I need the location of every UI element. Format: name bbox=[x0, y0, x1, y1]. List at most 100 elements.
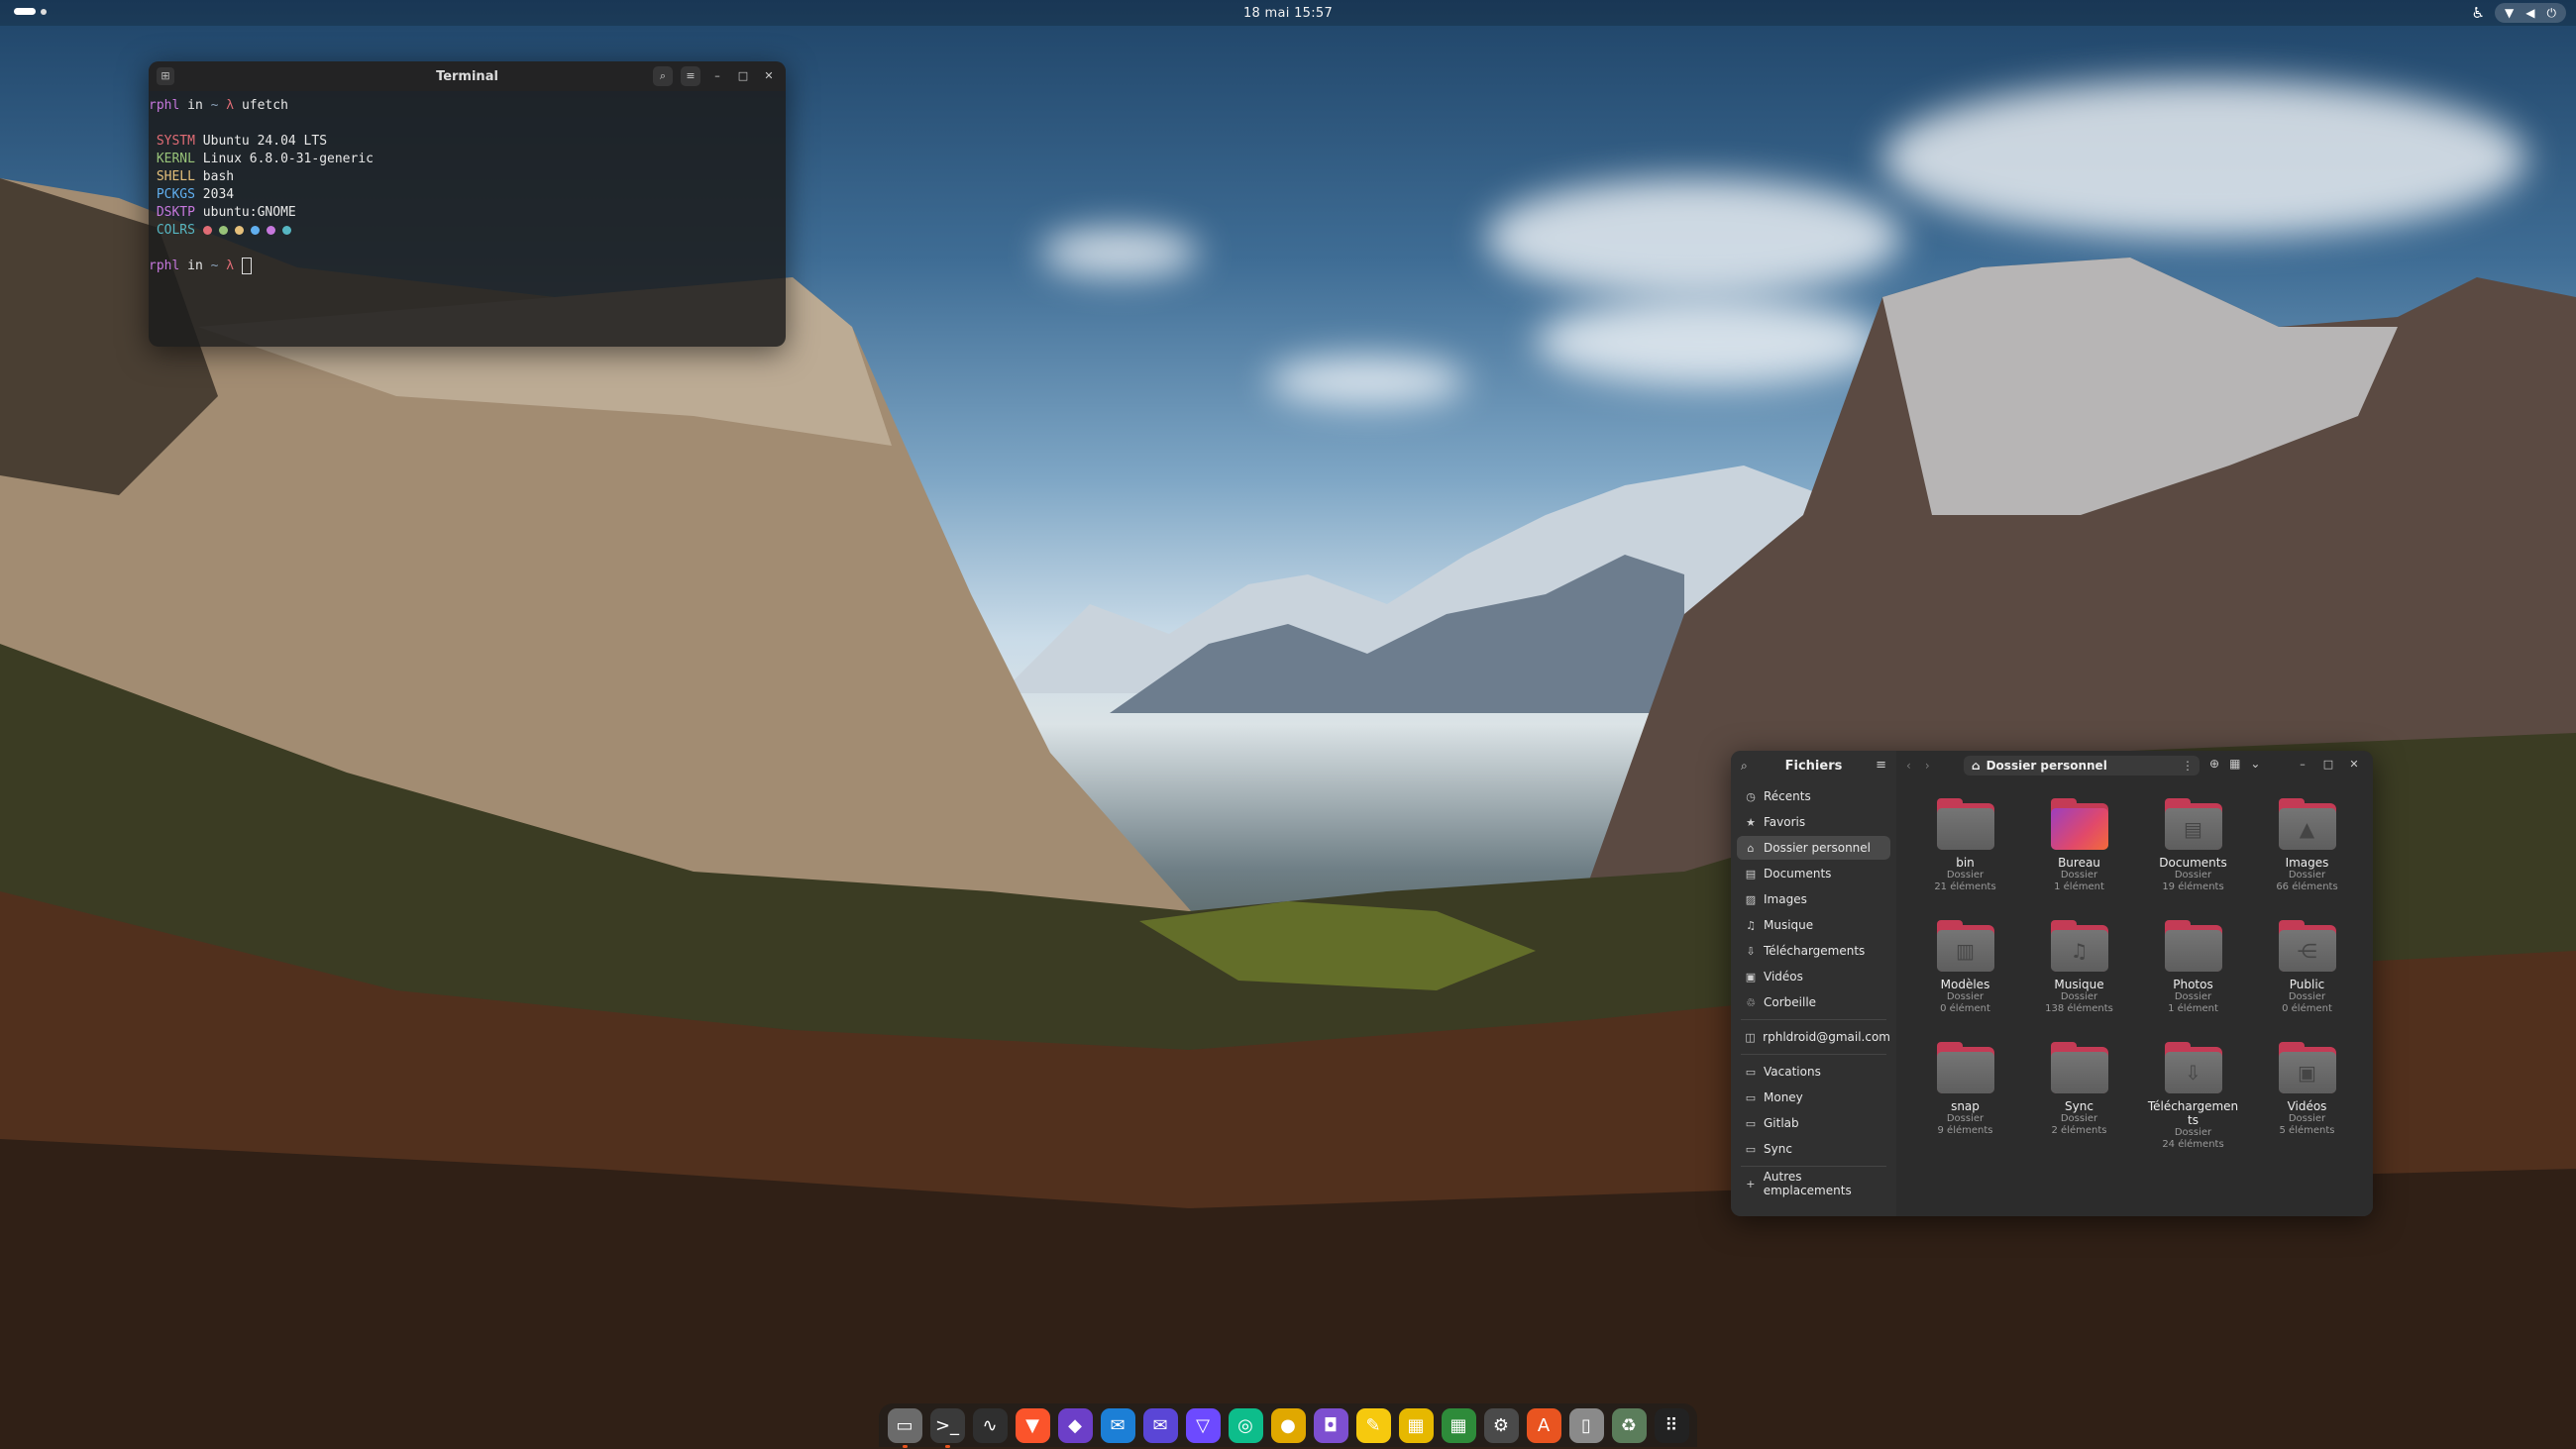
top-bar: 18 mai 15:57 ♿ ▼ ◀ ⏻ bbox=[0, 0, 2576, 26]
system-tray[interactable]: ▼ ◀ ⏻ bbox=[2495, 3, 2566, 23]
mail-app-icon[interactable]: ✉ bbox=[1142, 1407, 1178, 1443]
folder-name: Sync bbox=[2065, 1099, 2093, 1113]
sidebar-item-label: Téléchargements bbox=[1764, 944, 1866, 958]
folder-item[interactable]: Sync Dossier 2 éléments bbox=[2022, 1042, 2136, 1156]
fetch-line: SHELL bash bbox=[149, 168, 786, 186]
sidebar-item[interactable]: ▭ Gitlab bbox=[1737, 1111, 1890, 1135]
maximize-button[interactable]: □ bbox=[734, 67, 752, 85]
power-icon: ⏻ bbox=[2546, 5, 2557, 20]
fetch-value: Linux 6.8.0-31-generic bbox=[202, 152, 374, 166]
document-icon: ▤ bbox=[1745, 867, 1757, 880]
activities-indicator[interactable] bbox=[14, 8, 47, 15]
chevron-down-icon[interactable]: ⌄ bbox=[2250, 757, 2260, 771]
sidebar-item-label: Gitlab bbox=[1764, 1116, 1799, 1130]
brave-browser-icon[interactable]: ▼ bbox=[1015, 1407, 1050, 1443]
close-button[interactable]: ✕ bbox=[2345, 756, 2363, 774]
terminal-app-icon[interactable]: >_ bbox=[929, 1407, 965, 1448]
text-cursor bbox=[241, 258, 252, 274]
element-chat-icon[interactable]: ◎ bbox=[1228, 1407, 1263, 1443]
thunderbird-icon[interactable]: ✉ bbox=[1100, 1407, 1135, 1443]
folder-item[interactable]: ♫ Musique Dossier 138 éléments bbox=[2022, 920, 2136, 1034]
sidebar-item[interactable]: ◫ rphldroid@gmail.com bbox=[1737, 1025, 1890, 1049]
folder-item[interactable]: ▤ Documents Dossier 19 éléments bbox=[2136, 798, 2250, 912]
trash-icon: ♲ bbox=[1746, 995, 1756, 1009]
sidebar-item[interactable]: ◷ Récents bbox=[1737, 784, 1890, 808]
sidebar-item-label: Corbeille bbox=[1764, 995, 1817, 1009]
color-swatch bbox=[202, 226, 212, 235]
spreadsheet-icon[interactable]: ▦ bbox=[1441, 1407, 1476, 1443]
sidebar-item-label: Sync bbox=[1764, 1142, 1792, 1156]
new-tab-icon[interactable]: ⊞ bbox=[157, 67, 174, 85]
maximize-button[interactable]: □ bbox=[2319, 756, 2337, 774]
folder-icon: ▥ bbox=[1936, 920, 1994, 972]
system-monitor-icon[interactable]: ∿ bbox=[972, 1407, 1008, 1443]
forward-arrow-icon[interactable]: › bbox=[1925, 759, 1930, 773]
trash-dock-icon[interactable]: ♻ bbox=[1611, 1407, 1647, 1443]
sidebar-item[interactable]: ⌂ Dossier personnel bbox=[1737, 836, 1890, 860]
back-arrow-icon[interactable]: ‹ bbox=[1906, 759, 1911, 773]
clock[interactable]: 18 mai 15:57 bbox=[1243, 6, 1333, 21]
obsidian-icon[interactable]: ◆ bbox=[1057, 1407, 1093, 1443]
prompt-lambda: λ bbox=[218, 259, 242, 273]
accessibility-icon[interactable]: ♿ bbox=[2472, 4, 2485, 22]
folder-item[interactable]: ▥ Modèles Dossier 0 élément bbox=[1908, 920, 2022, 1034]
new-folder-icon[interactable]: ⊕ bbox=[2209, 757, 2219, 771]
folder-item[interactable]: ▲ Images Dossier 66 éléments bbox=[2250, 798, 2364, 912]
sidebar-item[interactable]: ▭ Vacations bbox=[1737, 1060, 1890, 1084]
search-icon[interactable]: ⌕ bbox=[653, 66, 673, 86]
search-icon[interactable]: ⌕ bbox=[1741, 759, 1748, 774]
folder-item[interactable]: Bureau Dossier 1 élément bbox=[2022, 798, 2136, 912]
volume-icon: ◀ bbox=[2525, 6, 2535, 20]
folder-item[interactable]: snap Dossier 9 éléments bbox=[1908, 1042, 2022, 1156]
sidebar-item[interactable]: ♫ Musique bbox=[1737, 913, 1890, 937]
clock-icon: ◷ bbox=[1746, 789, 1756, 803]
terminal-titlebar[interactable]: ⊞ Terminal ⌕ ≡ – □ ✕ bbox=[149, 61, 786, 91]
sidebar-item[interactable]: ▣ Vidéos bbox=[1737, 965, 1890, 988]
path-options-icon[interactable]: ⋮ bbox=[2182, 759, 2194, 773]
folder-item[interactable]: Photos Dossier 1 élément bbox=[2136, 920, 2250, 1034]
menu-icon[interactable]: ≡ bbox=[681, 66, 700, 86]
folder-item[interactable]: bin Dossier 21 éléments bbox=[1908, 798, 2022, 912]
prompt-user: rphl bbox=[149, 98, 180, 113]
files-window[interactable]: ⌕ Fichiers ≡ ◷ Récents ★ Favoris ⌂ Dossier pe… bbox=[1731, 751, 2373, 1216]
sidebar-item-label: Vidéos bbox=[1764, 970, 1803, 983]
terminal-window[interactable]: ⊞ Terminal ⌕ ≡ – □ ✕ rphl in ~ λ ufetch … bbox=[149, 61, 786, 347]
sidebar-item[interactable]: ★ Favoris bbox=[1737, 810, 1890, 834]
terminal-output[interactable]: rphl in ~ λ ufetch SYSTM Ubuntu 24.04 LT… bbox=[149, 91, 786, 275]
sidebar-item[interactable]: ▭ Money bbox=[1737, 1086, 1890, 1109]
folder-item[interactable]: ▣ Vidéos Dossier 5 éléments bbox=[2250, 1042, 2364, 1156]
folder-item-count: 2 éléments bbox=[2051, 1125, 2107, 1136]
bitwarden-icon[interactable]: ◘ bbox=[1313, 1407, 1348, 1443]
folder-icon: ▭ bbox=[1745, 1142, 1757, 1156]
folder-item-count: 1 élément bbox=[2168, 1003, 2218, 1014]
files-app-icon[interactable]: ▭ bbox=[887, 1407, 922, 1448]
close-button[interactable]: ✕ bbox=[760, 67, 778, 85]
app-center-icon[interactable]: A bbox=[1526, 1407, 1561, 1443]
prompt-command: ufetch bbox=[241, 98, 288, 113]
ubuntu-pro-icon[interactable]: ● bbox=[1270, 1407, 1306, 1443]
path-bar[interactable]: ⌂ Dossier personnel ⋮ bbox=[1964, 756, 2200, 776]
image-icon: ▨ bbox=[1745, 892, 1757, 906]
sidebar-item[interactable]: ▭ Sync bbox=[1737, 1137, 1890, 1161]
minimize-button[interactable]: – bbox=[708, 67, 726, 85]
prompt-user: rphl bbox=[149, 259, 180, 273]
calculator-icon[interactable]: ▦ bbox=[1398, 1407, 1434, 1443]
minimize-button[interactable]: – bbox=[2294, 756, 2311, 774]
sidebar-item[interactable]: ▨ Images bbox=[1737, 887, 1890, 911]
sidebar-item[interactable]: ⇩ Téléchargements bbox=[1737, 939, 1890, 963]
folder-icon: ⋲ bbox=[2278, 920, 2336, 972]
view-grid-icon[interactable]: ▦ bbox=[2229, 757, 2240, 771]
fetch-value: ubuntu:GNOME bbox=[202, 205, 296, 220]
settings-icon[interactable]: ⚙ bbox=[1483, 1407, 1519, 1443]
folder-item[interactable]: ⋲ Public Dossier 0 élément bbox=[2250, 920, 2364, 1034]
proton-vpn-icon[interactable]: ▽ bbox=[1185, 1407, 1221, 1443]
show-apps-icon[interactable]: ⠿ bbox=[1654, 1407, 1689, 1443]
text-editor-icon[interactable]: ▯ bbox=[1568, 1407, 1604, 1443]
menu-icon[interactable]: ≡ bbox=[1876, 758, 1886, 773]
sidebar-item[interactable]: ♲ Corbeille bbox=[1737, 990, 1890, 1014]
folder-type: Dossier bbox=[1946, 991, 1985, 1002]
folder-item[interactable]: ⇩ Téléchargements Dossier 24 éléments bbox=[2136, 1042, 2250, 1156]
sidebar-item[interactable]: + Autres emplacements bbox=[1737, 1170, 1890, 1197]
notes-app-icon[interactable]: ✎ bbox=[1355, 1407, 1391, 1443]
sidebar-item[interactable]: ▤ Documents bbox=[1737, 862, 1890, 885]
